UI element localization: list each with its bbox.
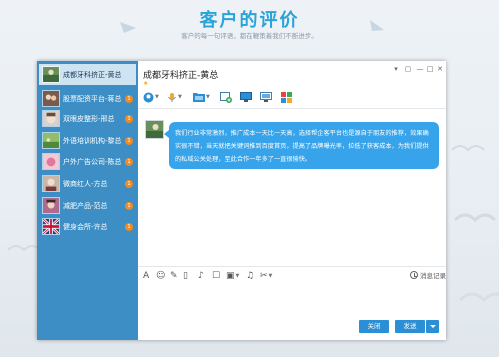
page-title: 客户的评价 bbox=[199, 10, 300, 31]
avatar bbox=[42, 218, 60, 235]
chat-window: 成都牙科挤正-黄总 股票配资平台-蒋总 1 双眼皮整形-邢总 1 外语培训机构-… bbox=[37, 61, 446, 340]
contact-name: 减肥产品-范总 bbox=[63, 201, 108, 210]
contact-name: 股票配资平台-蒋总 bbox=[63, 94, 122, 103]
profile-icon[interactable]: ▼ bbox=[143, 91, 159, 103]
divider bbox=[138, 108, 446, 109]
music-icon[interactable]: ♫ bbox=[246, 270, 254, 281]
message-history-label: 消息记录 bbox=[420, 272, 446, 280]
chat-title: 成都牙科挤正-黄总 bbox=[143, 71, 219, 81]
emoji-icon[interactable]: ☺ bbox=[156, 270, 165, 281]
contact-sidebar: 成都牙科挤正-黄总 股票配资平台-蒋总 1 双眼皮整形-邢总 1 外语培训机构-… bbox=[37, 61, 138, 340]
unread-badge: 1 bbox=[125, 201, 133, 210]
unread-badge: 1 bbox=[125, 157, 133, 166]
edit-icon[interactable]: ☐ bbox=[212, 270, 220, 281]
close-icon[interactable]: ✕ bbox=[435, 65, 445, 73]
magic-icon[interactable]: ✎ bbox=[170, 270, 178, 281]
scissors-icon[interactable]: ✂ ▼ bbox=[260, 270, 272, 281]
folder-icon[interactable]: ▼ bbox=[193, 91, 210, 103]
bird-icon bbox=[7, 245, 41, 252]
unread-badge: 1 bbox=[125, 94, 133, 103]
avatar bbox=[42, 175, 60, 192]
avatar bbox=[42, 110, 60, 127]
maximize-icon[interactable]: □ bbox=[425, 65, 435, 73]
contact-item[interactable]: 健身会所-许总 1 bbox=[39, 216, 136, 237]
restore-icon[interactable]: ▢ bbox=[403, 65, 413, 73]
avatar bbox=[42, 197, 60, 214]
avatar bbox=[42, 153, 60, 170]
video-add-icon[interactable] bbox=[220, 91, 232, 103]
message-bubble: 我们行业非常激烈，推广成本一天比一天高，选择帮企客平台也是源自于朋友的推荐，效果… bbox=[164, 122, 439, 169]
dropdown-icon[interactable]: ▾ bbox=[391, 65, 401, 73]
contact-item[interactable]: 外语培训机构-黎总 1 bbox=[39, 130, 136, 151]
avatar bbox=[42, 132, 60, 149]
bird-icon bbox=[458, 292, 499, 303]
shake-icon[interactable]: ▯ bbox=[183, 270, 188, 281]
microphone-icon[interactable]: ♪ bbox=[198, 270, 204, 281]
remote-desktop-icon[interactable] bbox=[260, 91, 272, 103]
screen-share-icon[interactable] bbox=[240, 91, 252, 103]
bird-icon bbox=[453, 213, 497, 223]
contact-item[interactable]: 成都牙科挤正-黄总 bbox=[39, 64, 136, 85]
contact-name: 微商红人-方总 bbox=[63, 179, 108, 188]
image-icon[interactable]: ▣ ▼ bbox=[226, 270, 239, 281]
font-icon[interactable]: A bbox=[143, 270, 149, 281]
contact-item[interactable]: 户外广告公司-陈总 1 bbox=[39, 151, 136, 172]
apps-icon[interactable] bbox=[281, 91, 292, 103]
voice-call-icon[interactable]: ▼ bbox=[167, 91, 182, 103]
contact-item[interactable]: 微商红人-方总 1 bbox=[39, 173, 136, 194]
avatar bbox=[42, 66, 60, 83]
contact-name: 成都牙科挤正-黄总 bbox=[63, 70, 122, 79]
contact-name: 健身会所-许总 bbox=[63, 222, 108, 231]
avatar bbox=[145, 120, 164, 139]
clock-icon bbox=[410, 271, 418, 279]
unread-badge: 1 bbox=[125, 179, 133, 188]
contact-item[interactable]: 双眼皮整形-邢总 1 bbox=[39, 108, 136, 129]
page-subtitle: 客户的每一句评语，都在鞭策着我们不断进步。 bbox=[181, 32, 318, 40]
divider bbox=[138, 266, 446, 267]
star-icon[interactable]: ★ bbox=[143, 80, 148, 87]
message-history-button[interactable]: 消息记录 bbox=[410, 270, 446, 280]
contact-name: 外语培训机构-黎总 bbox=[63, 136, 122, 145]
send-options-button[interactable] bbox=[426, 320, 439, 333]
unread-badge: 1 bbox=[125, 136, 133, 145]
contact-item[interactable]: 股票配资平台-蒋总 1 bbox=[39, 88, 136, 109]
contact-name: 户外广告公司-陈总 bbox=[63, 157, 122, 166]
unread-badge: 1 bbox=[125, 114, 133, 123]
bird-icon bbox=[451, 145, 485, 152]
unread-badge: 1 bbox=[125, 222, 133, 231]
close-button[interactable]: 关闭 bbox=[359, 320, 389, 333]
send-button[interactable]: 发送 bbox=[395, 320, 425, 333]
minimize-icon[interactable]: — bbox=[415, 65, 425, 73]
contact-name: 双眼皮整形-邢总 bbox=[63, 114, 115, 123]
avatar bbox=[42, 90, 60, 107]
contact-item[interactable]: 减肥产品-范总 1 bbox=[39, 195, 136, 216]
